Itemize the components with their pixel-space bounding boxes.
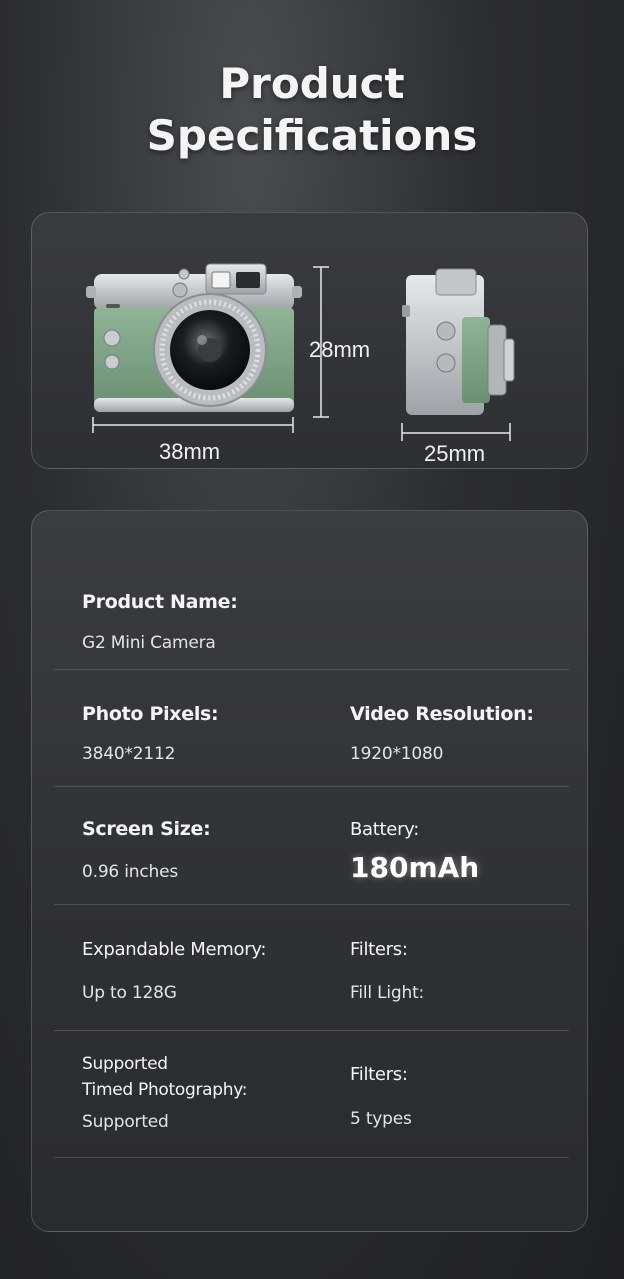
- expandable-memory-label: Expandable Memory:: [82, 939, 267, 960]
- height-dimension: 28mm: [309, 337, 371, 362]
- screen-size-value: 0.96 inches: [82, 862, 178, 882]
- timed-photography-label-line-1: Supported: [82, 1054, 168, 1074]
- video-resolution-value: 1920*1080: [350, 744, 444, 764]
- fill-light-value: Fill Light:: [350, 983, 425, 1003]
- photo-pixels-value: 3840*2112: [82, 744, 176, 764]
- video-resolution-label: Video Resolution:: [350, 703, 534, 725]
- divider: [54, 786, 569, 787]
- timed-photography-value: Supported: [82, 1112, 169, 1132]
- timed-photography-label-line-2: Timed Photography:: [82, 1080, 248, 1100]
- title-line-1: Product: [219, 59, 405, 108]
- page-title: Product Specifications: [0, 58, 624, 162]
- battery-label: Battery:: [350, 819, 419, 840]
- depth-dimension: 25mm: [424, 441, 486, 466]
- specifications-card: Product Name: G2 Mini Camera Photo Pixel…: [31, 510, 588, 1232]
- width-dimension: 38mm: [159, 439, 221, 464]
- filters-label: Filters:: [350, 939, 408, 960]
- divider: [54, 1030, 569, 1031]
- divider: [54, 669, 569, 670]
- filters-label-2: Filters:: [350, 1064, 408, 1085]
- product-name-label: Product Name:: [82, 591, 238, 613]
- photo-pixels-label: Photo Pixels:: [82, 703, 219, 725]
- battery-value: 180mAh: [350, 851, 480, 884]
- dimension-lines-front: [92, 266, 329, 433]
- divider: [54, 1157, 569, 1158]
- filters-types-value: 5 types: [350, 1109, 412, 1129]
- dimension-lines-side: [401, 423, 511, 441]
- screen-size-label: Screen Size:: [82, 818, 211, 840]
- camera-side-illustration: [402, 268, 515, 415]
- product-name-value: G2 Mini Camera: [82, 633, 216, 653]
- expandable-memory-value: Up to 128G: [82, 983, 177, 1003]
- dimensions-card: 28mm 38mm 25mm: [31, 212, 588, 469]
- divider: [54, 904, 569, 905]
- title-line-2: Specifications: [146, 111, 478, 160]
